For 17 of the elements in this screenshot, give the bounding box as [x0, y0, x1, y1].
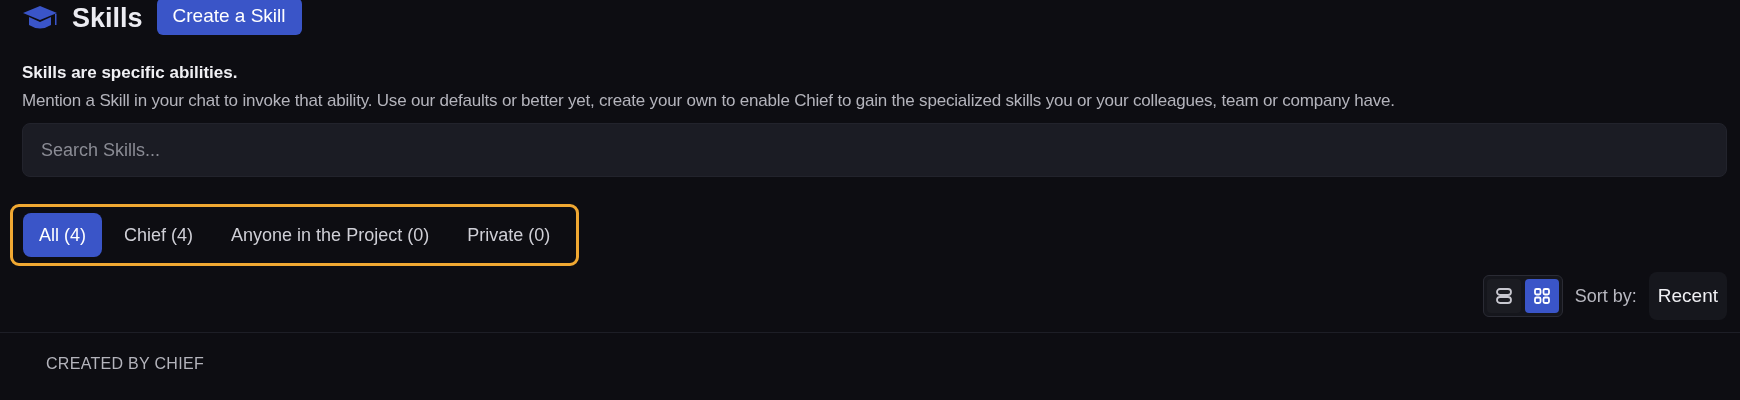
grid-view-button[interactable]	[1524, 279, 1559, 313]
page-title: Skills	[72, 2, 143, 34]
filter-tab[interactable]: Chief (4)	[108, 213, 210, 257]
intro-description: Mention a Skill in your chat to invoke that ability. Use our defaults or better yet, create your own to enable Chief to gain the specialized skills you or your colleagues, team or company have.	[22, 91, 1396, 111]
intro-heading: Skills are specific abilities.	[22, 63, 239, 83]
list-icon	[1494, 287, 1513, 305]
search-field[interactable]: Search Skills...	[22, 123, 1727, 177]
filter-tab[interactable]: All (4)	[23, 213, 102, 257]
sort-dropdown[interactable]: Recent	[1648, 272, 1727, 320]
filter-tab[interactable]: Anyone in the Project (0)	[215, 213, 446, 257]
graduation-cap-icon	[22, 5, 58, 31]
filter-tab[interactable]: Private (0)	[451, 213, 567, 257]
list-view-button[interactable]	[1486, 279, 1521, 313]
create-skill-button[interactable]: Create a Skill	[156, 0, 302, 35]
grid-icon	[1532, 287, 1551, 305]
section-heading: CREATED BY CHIEF	[46, 355, 204, 372]
sort-label: Sort by:	[1574, 285, 1637, 307]
